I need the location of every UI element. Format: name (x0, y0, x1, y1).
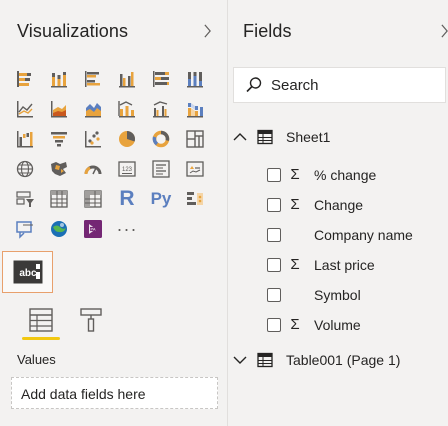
field-name: Symbol (314, 287, 361, 303)
r-letter: R (119, 187, 135, 210)
values-well-label: Values (17, 352, 56, 367)
selected-custom-visual-icon[interactable]: abc (2, 251, 53, 293)
fields-pane: Fields Sheet1 Σ % change Σ Change Compan… (228, 0, 448, 426)
fields-tab-icon[interactable] (26, 306, 56, 334)
svg-text:123: 123 (122, 167, 133, 173)
more-visuals-ellipsis-icon[interactable]: ··· (112, 214, 142, 244)
pie-chart-icon[interactable] (112, 124, 142, 154)
table-node-table001[interactable]: Table001 (Page 1) (231, 345, 400, 375)
values-drop-zone[interactable]: Add data fields here (11, 377, 218, 409)
svg-text:PA: PA (90, 227, 95, 232)
filled-map-icon[interactable] (44, 154, 74, 184)
table-icon (257, 352, 273, 368)
slicer-icon[interactable] (10, 184, 40, 214)
fields-search-input[interactable] (271, 76, 421, 94)
field-row[interactable]: Σ Last price (267, 251, 375, 279)
stacked-column-chart-icon[interactable] (44, 64, 74, 94)
py-letters: Py (150, 189, 172, 208)
stacked-bar-chart-icon[interactable] (10, 64, 40, 94)
field-row[interactable]: Σ Change (267, 191, 363, 219)
donut-chart-icon[interactable] (146, 124, 176, 154)
r-script-visual-icon[interactable]: R (112, 184, 142, 214)
field-checkbox[interactable] (267, 198, 281, 212)
scatter-chart-icon[interactable] (78, 124, 108, 154)
clustered-column-chart-icon[interactable] (112, 64, 142, 94)
line-and-stacked-column-chart-icon[interactable] (112, 94, 142, 124)
search-icon (246, 77, 262, 93)
visualizations-pane: Visualizations 123 R Py PA ··· abc Value… (0, 0, 228, 426)
sigma-icon: Σ (290, 256, 300, 273)
table-icon (257, 129, 273, 145)
python-visual-icon[interactable]: Py (146, 184, 176, 214)
visual-gallery: 123 R Py PA ··· (10, 64, 220, 244)
key-influencers-icon[interactable] (180, 184, 210, 214)
field-name: % change (314, 167, 377, 183)
sigma-icon: Σ (290, 316, 300, 333)
field-checkbox[interactable] (267, 258, 281, 272)
card-icon[interactable]: 123 (112, 154, 142, 184)
funnel-chart-icon[interactable] (44, 124, 74, 154)
line-chart-icon[interactable] (10, 94, 40, 124)
table-name: Sheet1 (286, 129, 331, 145)
field-name: Company name (314, 227, 413, 243)
map-icon[interactable] (10, 154, 40, 184)
arcgis-map-icon[interactable] (44, 214, 74, 244)
field-checkbox[interactable] (267, 168, 281, 182)
svg-text:abc: abc (19, 268, 37, 279)
more-glyph: ··· (116, 219, 138, 239)
fields-title: Fields (243, 21, 292, 41)
field-checkbox[interactable] (267, 318, 281, 332)
table-visual-icon[interactable] (44, 184, 74, 214)
power-apps-icon[interactable]: PA (78, 214, 108, 244)
line-and-clustered-column-chart-icon[interactable] (146, 94, 176, 124)
field-name: Last price (314, 257, 375, 273)
treemap-icon[interactable] (180, 124, 210, 154)
collapse-fields-chevron-right-icon[interactable] (436, 22, 448, 42)
area-chart-icon[interactable] (44, 94, 74, 124)
kpi-icon[interactable] (180, 154, 210, 184)
matrix-icon[interactable] (78, 184, 108, 214)
field-row[interactable]: Σ Volume (267, 311, 361, 339)
field-row[interactable]: Symbol (267, 281, 361, 309)
field-checkbox[interactable] (267, 228, 281, 242)
table-name: Table001 (Page 1) (286, 352, 401, 368)
stacked-area-chart-icon[interactable] (78, 94, 108, 124)
active-tab-indicator (22, 337, 60, 340)
sigma-icon: Σ (290, 196, 300, 213)
100-stacked-column-chart-icon[interactable] (180, 64, 210, 94)
ribbon-chart-icon[interactable] (180, 94, 210, 124)
sigma-icon: Σ (290, 166, 300, 183)
multi-row-card-icon[interactable] (146, 154, 176, 184)
field-row[interactable]: Σ % change (267, 161, 376, 189)
field-checkbox[interactable] (267, 288, 281, 302)
field-row[interactable]: Company name (267, 221, 413, 249)
gauge-icon[interactable] (78, 154, 108, 184)
clustered-bar-chart-icon[interactable] (78, 64, 108, 94)
visualizations-title: Visualizations (17, 21, 129, 41)
field-name: Change (314, 197, 364, 213)
field-name: Volume (314, 317, 361, 333)
decomposition-tree-icon[interactable] (10, 214, 40, 244)
fields-search-box[interactable] (233, 67, 446, 103)
format-paint-roller-icon[interactable] (76, 306, 106, 334)
collapse-visualizations-chevron-right-icon[interactable] (199, 22, 215, 42)
chevron-down-icon[interactable] (231, 351, 249, 369)
chevron-up-icon[interactable] (231, 128, 249, 146)
waterfall-chart-icon[interactable] (10, 124, 40, 154)
100-stacked-bar-chart-icon[interactable] (146, 64, 176, 94)
table-node-sheet1[interactable]: Sheet1 (231, 122, 330, 152)
